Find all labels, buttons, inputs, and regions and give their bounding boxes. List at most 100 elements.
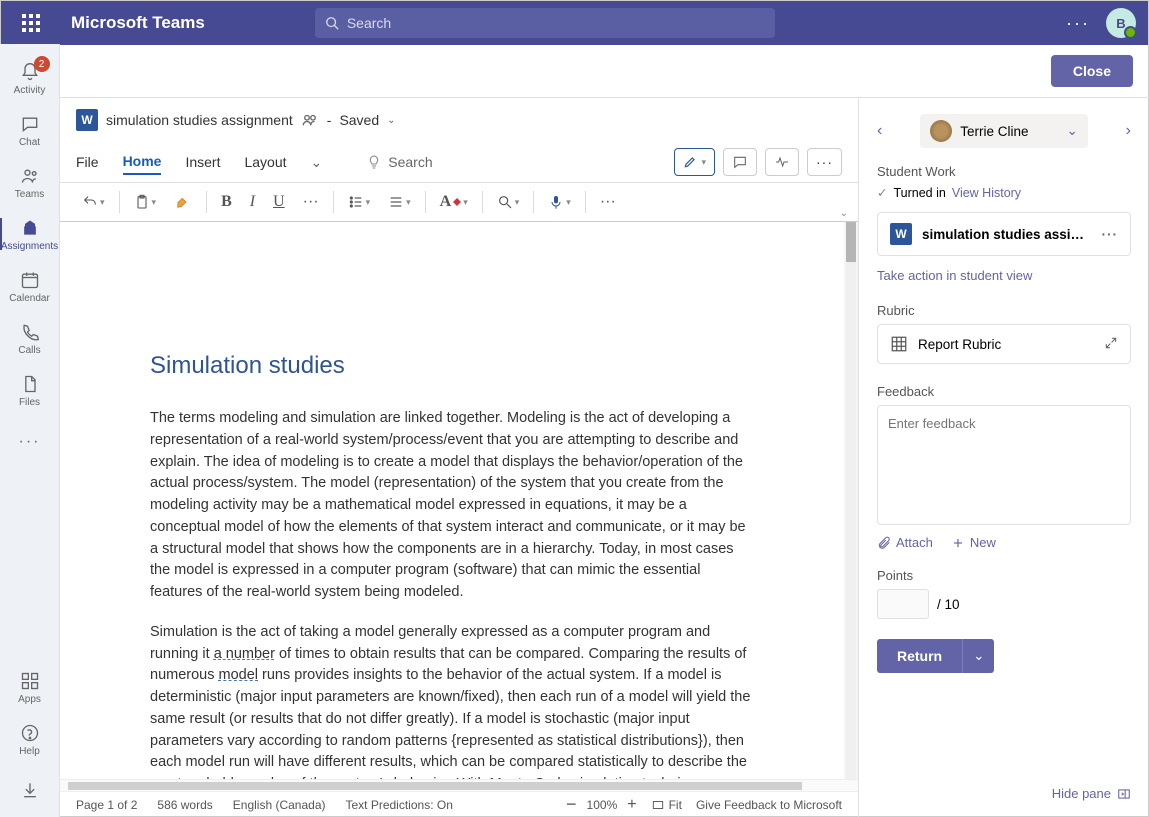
doc-paragraph: Simulation is the act of taking a model … [150,622,754,779]
zoom-out-button[interactable]: − [566,794,577,815]
download-icon [19,779,41,801]
close-button[interactable]: Close [1051,55,1133,87]
close-bar: Close [60,44,1149,98]
rail-activity[interactable]: 2 Activity [0,52,60,104]
left-nav-rail: 2 Activity Chat Teams Assignments Calend… [0,44,60,817]
styles-button[interactable]: A▾ [434,189,474,215]
chevron-down-icon[interactable]: ⌄ [387,115,395,126]
search-icon [325,16,339,30]
dictate-button[interactable]: ▾ [542,190,577,214]
return-dropdown-button[interactable]: ⌄ [962,639,994,673]
mic-icon [548,194,564,210]
feedback-input[interactable] [877,405,1131,525]
ellipsis-icon: ··· [816,154,833,170]
status-language[interactable]: English (Canada) [233,798,326,812]
checkmark-icon: ✓ [877,185,887,200]
rail-chat[interactable]: Chat [0,104,60,156]
student-selector[interactable]: Terrie Cline ⌄ [920,114,1088,148]
rail-download[interactable] [0,765,60,817]
points-input[interactable] [877,589,929,619]
hide-pane-button[interactable]: Hide pane [877,786,1131,801]
tab-insert[interactable]: Insert [185,150,220,174]
app-launcher-button[interactable] [1,14,61,32]
student-name: Terrie Cline [960,124,1028,139]
undo-button[interactable]: ▾ [76,190,111,214]
rail-help[interactable]: Help [0,713,60,765]
comments-button[interactable] [723,148,757,176]
style-swatch-icon [453,194,461,210]
attach-button[interactable]: Attach [877,535,933,550]
settings-more-button[interactable]: ··· [1066,13,1090,34]
rubric-card[interactable]: Report Rubric [877,324,1131,364]
app-name: Microsoft Teams [71,13,205,33]
take-action-link[interactable]: Take action in student view [877,268,1131,283]
ribbon-more-button[interactable]: ··· [594,189,622,215]
student-file-card[interactable]: W simulation studies assig… ··· [877,212,1131,256]
bullets-button[interactable]: ▾ [342,190,377,214]
comment-icon [732,154,748,170]
doc-more-button[interactable]: ··· [807,148,842,176]
rail-calls[interactable]: Calls [0,312,60,364]
top-bar: Microsoft Teams Search ··· B [1,1,1148,45]
doc-saved-status[interactable]: Saved [339,112,379,128]
tell-me-search[interactable]: Search [366,154,432,170]
new-button[interactable]: New [951,535,996,550]
profile-avatar[interactable]: B [1106,8,1136,38]
clipboard-icon [134,194,150,210]
zoom-in-button[interactable]: + [627,796,636,814]
rail-files[interactable]: Files [0,364,60,416]
rail-teams[interactable]: Teams [0,156,60,208]
ribbon-collapse-button[interactable]: ⌄ [840,208,848,219]
rubric-label: Rubric [877,303,1131,318]
global-search-input[interactable]: Search [315,8,775,38]
format-painter-button[interactable] [168,189,198,215]
waffle-icon [22,14,40,32]
points-label: Points [877,568,1131,583]
tab-home[interactable]: Home [123,149,162,175]
status-page[interactable]: Page 1 of 2 [76,798,137,812]
ellipsis-icon: ··· [600,193,616,211]
rail-more[interactable]: ··· [0,416,60,468]
chevron-down-icon[interactable]: ⌄ [311,154,323,171]
status-bar: Page 1 of 2 586 words English (Canada) T… [60,791,858,817]
rail-calendar[interactable]: Calendar [0,260,60,312]
points-max: / 10 [937,597,960,612]
font-more-button[interactable]: ··· [297,189,325,215]
file-more-button[interactable]: ··· [1102,227,1119,242]
rubric-name: Report Rubric [918,337,1001,352]
student-avatar [930,120,952,142]
editing-mode-button[interactable]: ▾ [674,148,715,176]
status-words[interactable]: 586 words [157,798,212,812]
chat-icon [19,113,41,135]
zoom-level: 100% [587,798,618,812]
fit-icon [651,798,665,812]
rail-apps[interactable]: Apps [0,661,60,713]
share-icon[interactable] [301,111,319,129]
doc-heading: Simulation studies [150,352,754,380]
next-student-button[interactable]: › [1126,122,1131,140]
prev-student-button[interactable]: ‹ [877,122,882,140]
underline-button[interactable]: U [267,189,291,215]
tab-layout[interactable]: Layout [244,150,286,174]
bold-button[interactable]: B [215,189,238,215]
tab-file[interactable]: File [76,150,99,174]
list-icon [348,194,364,210]
fit-button[interactable]: Fit [651,798,682,812]
document-canvas[interactable]: Simulation studies The terms modeling an… [60,222,858,779]
word-icon: W [890,223,912,245]
give-feedback-link[interactable]: Give Feedback to Microsoft [696,798,842,812]
plus-icon [951,536,965,550]
find-button[interactable]: ▾ [491,190,526,214]
status-predictions[interactable]: Text Predictions: On [345,798,452,812]
view-history-link[interactable]: View History [952,186,1021,200]
vertical-scrollbar[interactable] [846,222,856,779]
paste-button[interactable]: ▾ [128,190,163,214]
activity-button[interactable] [765,148,799,176]
italic-button[interactable]: I [244,189,261,215]
return-button[interactable]: Return [877,639,962,673]
apps-icon [19,670,41,692]
horizontal-scrollbar[interactable] [60,779,858,791]
grading-panel: ‹ Terrie Cline ⌄ › Student Work ✓ Turned… [859,98,1149,817]
align-button[interactable]: ▾ [382,190,417,214]
rail-assignments[interactable]: Assignments [0,208,60,260]
